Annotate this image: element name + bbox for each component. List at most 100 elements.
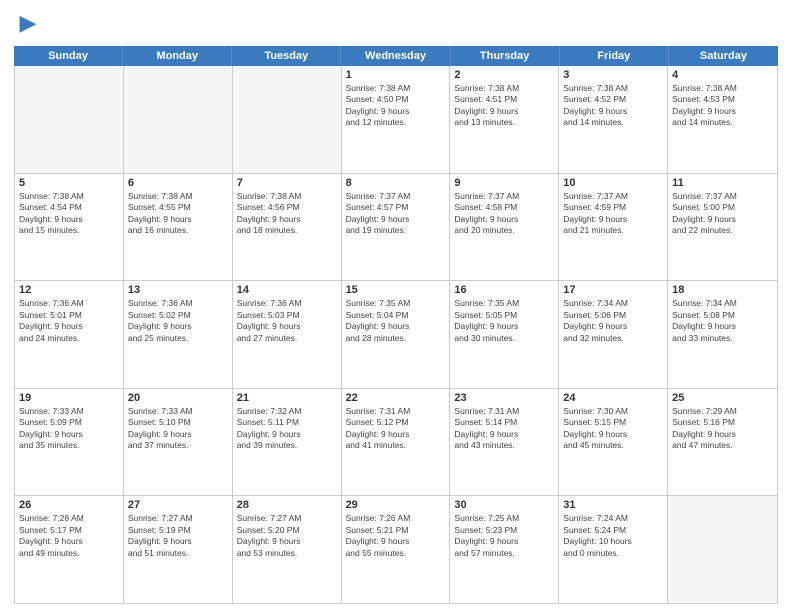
cell-sun-info: Sunrise: 7:38 AM Sunset: 4:54 PM Dayligh… [19,191,119,237]
calendar-cell: 19 Sunrise: 7:33 AM Sunset: 5:09 PM Dayli… [15,389,124,496]
cell-sun-info: Sunrise: 7:32 AM Sunset: 5:11 PM Dayligh… [237,406,337,452]
calendar-cell: 24Sunrise: 7:30 AM Sunset: 5:15 PM Dayli… [559,389,668,496]
cell-date-number: 8 [346,177,446,189]
cell-date-number: 30 [454,499,554,511]
cell-sun-info: Sunrise: 7:27 AM Sunset: 5:20 PM Dayligh… [237,513,337,559]
calendar-cell: 15 Sunrise: 7:35 AM Sunset: 5:04 PM Dayli… [342,281,451,388]
cell-sun-info: Sunrise: 7:31 AM Sunset: 5:14 PM Dayligh… [454,406,554,452]
cell-sun-info: Sunrise: 7:35 AM Sunset: 5:05 PM Dayligh… [454,298,554,344]
svg-text:▶: ▶ [20,10,37,35]
cell-sun-info: Sunrise: 7:38 AM Sunset: 4:56 PM Dayligh… [237,191,337,237]
cell-date-number: 16 [454,284,554,296]
day-header: Monday [123,46,232,66]
cell-sun-info: Sunrise: 7:25 AM Sunset: 5:23 PM Dayligh… [454,513,554,559]
cell-date-number: 21 [237,392,337,404]
calendar-cell: 22 Sunrise: 7:31 AM Sunset: 5:12 PM Dayli… [342,389,451,496]
calendar-row: 12 Sunrise: 7:36 AM Sunset: 5:01 PM Dayli… [15,281,777,389]
calendar-cell: 31Sunrise: 7:24 AM Sunset: 5:24 PM Dayli… [559,496,668,603]
calendar-page: ▶ SundayMondayTuesdayWednesdayThursdayFr… [0,0,792,612]
cell-sun-info: Sunrise: 7:26 AM Sunset: 5:21 PM Dayligh… [346,513,446,559]
cell-sun-info: Sunrise: 7:38 AM Sunset: 4:55 PM Dayligh… [128,191,228,237]
calendar: SundayMondayTuesdayWednesdayThursdayFrid… [14,46,778,604]
cell-date-number: 7 [237,177,337,189]
cell-sun-info: Sunrise: 7:36 AM Sunset: 5:03 PM Dayligh… [237,298,337,344]
cell-date-number: 9 [454,177,554,189]
cell-sun-info: Sunrise: 7:38 AM Sunset: 4:53 PM Dayligh… [672,83,773,129]
calendar-cell: 4 Sunrise: 7:38 AM Sunset: 4:53 PM Daylig… [668,66,777,173]
calendar-cell: 23 Sunrise: 7:31 AM Sunset: 5:14 PM Dayli… [450,389,559,496]
cell-date-number: 10 [563,177,663,189]
logo: ▶ [14,10,46,38]
cell-date-number: 2 [454,69,554,81]
cell-date-number: 6 [128,177,228,189]
cell-date-number: 17 [563,284,663,296]
calendar-row: 26Sunrise: 7:28 AM Sunset: 5:17 PM Dayli… [15,496,777,603]
cell-date-number: 29 [346,499,446,511]
calendar-cell: 20 Sunrise: 7:33 AM Sunset: 5:10 PM Dayli… [124,389,233,496]
calendar-cell: 7 Sunrise: 7:38 AM Sunset: 4:56 PM Daylig… [233,174,342,281]
cell-date-number: 4 [672,69,773,81]
cell-sun-info: Sunrise: 7:37 AM Sunset: 5:00 PM Dayligh… [672,191,773,237]
cell-date-number: 3 [563,69,663,81]
cell-sun-info: Sunrise: 7:38 AM Sunset: 4:51 PM Dayligh… [454,83,554,129]
cell-date-number: 19 [19,392,119,404]
calendar-cell [124,66,233,173]
cell-sun-info: Sunrise: 7:27 AM Sunset: 5:19 PM Dayligh… [128,513,228,559]
calendar-cell: 30 Sunrise: 7:25 AM Sunset: 5:23 PM Dayli… [450,496,559,603]
calendar-cell: 3Sunrise: 7:38 AM Sunset: 4:52 PM Daylig… [559,66,668,173]
cell-sun-info: Sunrise: 7:33 AM Sunset: 5:09 PM Dayligh… [19,406,119,452]
cell-date-number: 15 [346,284,446,296]
header: ▶ [14,10,778,38]
calendar-row: 1 Sunrise: 7:38 AM Sunset: 4:50 PM Daylig… [15,66,777,174]
cell-sun-info: Sunrise: 7:28 AM Sunset: 5:17 PM Dayligh… [19,513,119,559]
cell-sun-info: Sunrise: 7:24 AM Sunset: 5:24 PM Dayligh… [563,513,663,559]
calendar-cell: 5 Sunrise: 7:38 AM Sunset: 4:54 PM Daylig… [15,174,124,281]
cell-sun-info: Sunrise: 7:36 AM Sunset: 5:02 PM Dayligh… [128,298,228,344]
calendar-cell: 25Sunrise: 7:29 AM Sunset: 5:16 PM Dayli… [668,389,777,496]
calendar-cell [15,66,124,173]
day-header: Tuesday [232,46,341,66]
cell-date-number: 23 [454,392,554,404]
cell-date-number: 14 [237,284,337,296]
cell-sun-info: Sunrise: 7:30 AM Sunset: 5:15 PM Dayligh… [563,406,663,452]
calendar-cell: 18Sunrise: 7:34 AM Sunset: 5:08 PM Dayli… [668,281,777,388]
calendar-body: 1 Sunrise: 7:38 AM Sunset: 4:50 PM Daylig… [14,66,778,604]
calendar-cell: 11 Sunrise: 7:37 AM Sunset: 5:00 PM Dayli… [668,174,777,281]
calendar-row: 5 Sunrise: 7:38 AM Sunset: 4:54 PM Daylig… [15,174,777,282]
cell-date-number: 1 [346,69,446,81]
cell-sun-info: Sunrise: 7:36 AM Sunset: 5:01 PM Dayligh… [19,298,119,344]
calendar-cell: 12 Sunrise: 7:36 AM Sunset: 5:01 PM Dayli… [15,281,124,388]
calendar-cell: 17Sunrise: 7:34 AM Sunset: 5:06 PM Dayli… [559,281,668,388]
calendar-cell: 16 Sunrise: 7:35 AM Sunset: 5:05 PM Dayli… [450,281,559,388]
cell-sun-info: Sunrise: 7:29 AM Sunset: 5:16 PM Dayligh… [672,406,773,452]
cell-date-number: 12 [19,284,119,296]
calendar-cell: 2 Sunrise: 7:38 AM Sunset: 4:51 PM Daylig… [450,66,559,173]
calendar-cell: 6 Sunrise: 7:38 AM Sunset: 4:55 PM Daylig… [124,174,233,281]
calendar-cell: 13 Sunrise: 7:36 AM Sunset: 5:02 PM Dayli… [124,281,233,388]
cell-sun-info: Sunrise: 7:37 AM Sunset: 4:59 PM Dayligh… [563,191,663,237]
day-header: Saturday [669,46,778,66]
cell-sun-info: Sunrise: 7:33 AM Sunset: 5:10 PM Dayligh… [128,406,228,452]
cell-date-number: 27 [128,499,228,511]
calendar-cell: 10 Sunrise: 7:37 AM Sunset: 4:59 PM Dayli… [559,174,668,281]
cell-sun-info: Sunrise: 7:38 AM Sunset: 4:50 PM Dayligh… [346,83,446,129]
day-header: Wednesday [341,46,450,66]
calendar-cell: 14 Sunrise: 7:36 AM Sunset: 5:03 PM Dayli… [233,281,342,388]
calendar-cell [668,496,777,603]
calendar-cell: 28 Sunrise: 7:27 AM Sunset: 5:20 PM Dayli… [233,496,342,603]
cell-date-number: 22 [346,392,446,404]
cell-sun-info: Sunrise: 7:31 AM Sunset: 5:12 PM Dayligh… [346,406,446,452]
calendar-cell [233,66,342,173]
cell-sun-info: Sunrise: 7:37 AM Sunset: 4:57 PM Dayligh… [346,191,446,237]
calendar-cell: 8 Sunrise: 7:37 AM Sunset: 4:57 PM Daylig… [342,174,451,281]
cell-sun-info: Sunrise: 7:37 AM Sunset: 4:58 PM Dayligh… [454,191,554,237]
cell-date-number: 28 [237,499,337,511]
cell-sun-info: Sunrise: 7:35 AM Sunset: 5:04 PM Dayligh… [346,298,446,344]
cell-date-number: 20 [128,392,228,404]
day-header: Friday [560,46,669,66]
cell-date-number: 5 [19,177,119,189]
cell-date-number: 11 [672,177,773,189]
calendar-header: SundayMondayTuesdayWednesdayThursdayFrid… [14,46,778,66]
cell-date-number: 13 [128,284,228,296]
calendar-cell: 1 Sunrise: 7:38 AM Sunset: 4:50 PM Daylig… [342,66,451,173]
